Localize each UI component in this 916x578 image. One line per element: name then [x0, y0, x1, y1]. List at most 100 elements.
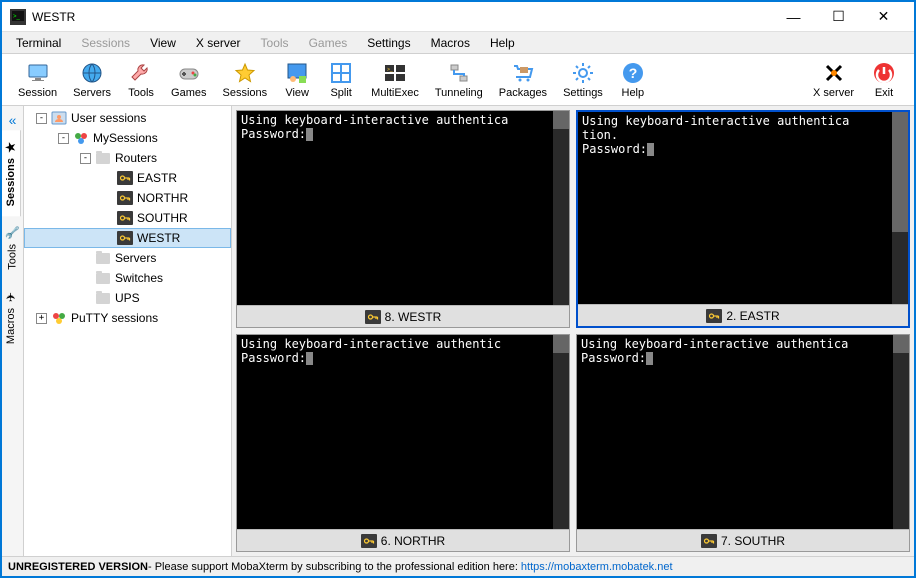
tree-item-servers[interactable]: Servers [24, 248, 231, 268]
collapse-sidebar-button[interactable]: « [9, 110, 17, 130]
terminal-7-southr[interactable]: Using keyboard-interactive authentica Pa… [576, 334, 910, 552]
tree-item-user-sessions[interactable]: - User sessions [24, 108, 231, 128]
toolbar-settings[interactable]: Settings [555, 59, 611, 101]
svg-text:>_: >_ [13, 14, 21, 20]
tree-label: NORTHR [137, 191, 188, 205]
tree-toggle[interactable]: - [58, 133, 69, 144]
svg-text:>_: >_ [387, 67, 393, 73]
unregistered-label: UNREGISTERED VERSION [8, 561, 148, 573]
maximize-button[interactable]: ☐ [816, 3, 861, 31]
close-button[interactable]: ✕ [861, 3, 906, 31]
key-icon [117, 210, 133, 226]
wrench-icon [129, 61, 153, 85]
exit-icon [872, 61, 896, 85]
terminal-body[interactable]: Using keyboard-interactive authentic Pas… [237, 335, 569, 529]
terminal-tab-label: 6. NORTHR [381, 534, 445, 548]
globe-icon [80, 61, 104, 85]
key-icon [117, 190, 133, 206]
tree-item-ups[interactable]: UPS [24, 288, 231, 308]
tree-label: User sessions [71, 111, 146, 125]
monitor-icon [26, 61, 50, 85]
sidetab-macros[interactable]: Macros✈ [2, 280, 21, 354]
folder-icon [95, 150, 111, 166]
toolbar-help[interactable]: ?Help [611, 59, 655, 101]
tree-item-westr[interactable]: WESTR [24, 228, 231, 248]
menu-macros[interactable]: Macros [421, 34, 480, 52]
side-tabs: « Sessions★Tools🔧Macros✈ [2, 106, 24, 556]
tree-item-putty-sessions[interactable]: +PuTTY sessions [24, 308, 231, 328]
tree-toggle[interactable]: - [36, 113, 47, 124]
terminal-body[interactable]: Using keyboard-interactive authentica Pa… [577, 335, 909, 529]
terminal-grid: Using keyboard-interactive authentica Pa… [232, 106, 914, 556]
sidetab-sessions[interactable]: Sessions★ [2, 130, 21, 216]
gear-icon [571, 61, 595, 85]
sessions-icon: ★ [4, 142, 18, 153]
tree-label: Servers [115, 251, 156, 265]
toolbar-session[interactable]: Session [10, 59, 65, 101]
menu-settings[interactable]: Settings [357, 34, 420, 52]
tree-item-southr[interactable]: SOUTHR [24, 208, 231, 228]
toolbar-packages[interactable]: Packages [491, 59, 555, 101]
mysessions-icon [73, 130, 89, 146]
toolbar-label: View [285, 87, 309, 99]
terminal-tab[interactable]: 7. SOUTHR [577, 529, 909, 551]
folder-icon [95, 270, 111, 286]
terminal-tab[interactable]: 2. EASTR [578, 304, 908, 326]
toolbar-view[interactable]: View [275, 59, 319, 101]
toolbar-label: Session [18, 87, 57, 99]
tree-label: WESTR [137, 231, 180, 245]
sidetab-tools[interactable]: Tools🔧 [2, 216, 24, 280]
toolbar-tools[interactable]: Tools [119, 59, 163, 101]
terminal-tab[interactable]: 6. NORTHR [237, 529, 569, 551]
status-bar: UNREGISTERED VERSION - Please support Mo… [2, 556, 914, 576]
toolbar-exit[interactable]: Exit [862, 59, 906, 101]
toolbar-label: Sessions [223, 87, 268, 99]
toolbar-games[interactable]: Games [163, 59, 214, 101]
macros-icon: ✈ [4, 292, 18, 302]
scrollbar[interactable] [892, 112, 908, 304]
toolbar-servers[interactable]: Servers [65, 59, 119, 101]
toolbar-label: MultiExec [371, 87, 419, 99]
key-icon [117, 170, 133, 186]
terminal-8-westr[interactable]: Using keyboard-interactive authentica Pa… [236, 110, 570, 328]
tree-item-switches[interactable]: Switches [24, 268, 231, 288]
toolbar-split[interactable]: Split [319, 59, 363, 101]
toolbar-sessions[interactable]: Sessions [215, 59, 276, 101]
tree-toggle[interactable]: + [36, 313, 47, 324]
gamepad-icon [177, 61, 201, 85]
tree-item-mysessions[interactable]: -MySessions [24, 128, 231, 148]
toolbar-label: Games [171, 87, 206, 99]
terminal-tab[interactable]: 8. WESTR [237, 305, 569, 327]
tree-label: Routers [115, 151, 157, 165]
menu-tools: Tools [251, 34, 299, 52]
toolbar-label: Servers [73, 87, 111, 99]
toolbar-tunneling[interactable]: Tunneling [427, 59, 491, 101]
terminal-tab-label: 8. WESTR [385, 310, 442, 324]
terminal-6-northr[interactable]: Using keyboard-interactive authentic Pas… [236, 334, 570, 552]
tree-label: SOUTHR [137, 211, 188, 225]
menu-x-server[interactable]: X server [186, 34, 251, 52]
menu-view[interactable]: View [140, 34, 186, 52]
toolbar-label: Packages [499, 87, 547, 99]
toolbar-multiexec[interactable]: >_ MultiExec [363, 59, 427, 101]
minimize-button[interactable]: — [771, 3, 816, 31]
toolbar-x-server[interactable]: X server [805, 59, 862, 101]
tree-label: UPS [115, 291, 140, 305]
toolbar-label: Tunneling [435, 87, 483, 99]
tree-item-routers[interactable]: - Routers [24, 148, 231, 168]
scrollbar[interactable] [893, 335, 909, 529]
status-link[interactable]: https://mobaxterm.mobatek.net [521, 561, 673, 573]
tree-toggle[interactable]: - [80, 153, 91, 164]
menubar: TerminalSessionsViewX serverToolsGamesSe… [2, 32, 914, 54]
scrollbar[interactable] [553, 335, 569, 529]
menu-terminal[interactable]: Terminal [6, 34, 71, 52]
menu-help[interactable]: Help [480, 34, 525, 52]
window-title: WESTR [32, 10, 771, 24]
tree-item-northr[interactable]: NORTHR [24, 188, 231, 208]
session-tree[interactable]: -User sessions-MySessions-RoutersEASTRNO… [24, 106, 232, 556]
terminal-body[interactable]: Using keyboard-interactive authentica ti… [578, 112, 908, 304]
scrollbar[interactable] [553, 111, 569, 305]
terminal-body[interactable]: Using keyboard-interactive authentica Pa… [237, 111, 569, 305]
tree-item-eastr[interactable]: EASTR [24, 168, 231, 188]
terminal-2-eastr[interactable]: Using keyboard-interactive authentica ti… [576, 110, 910, 328]
